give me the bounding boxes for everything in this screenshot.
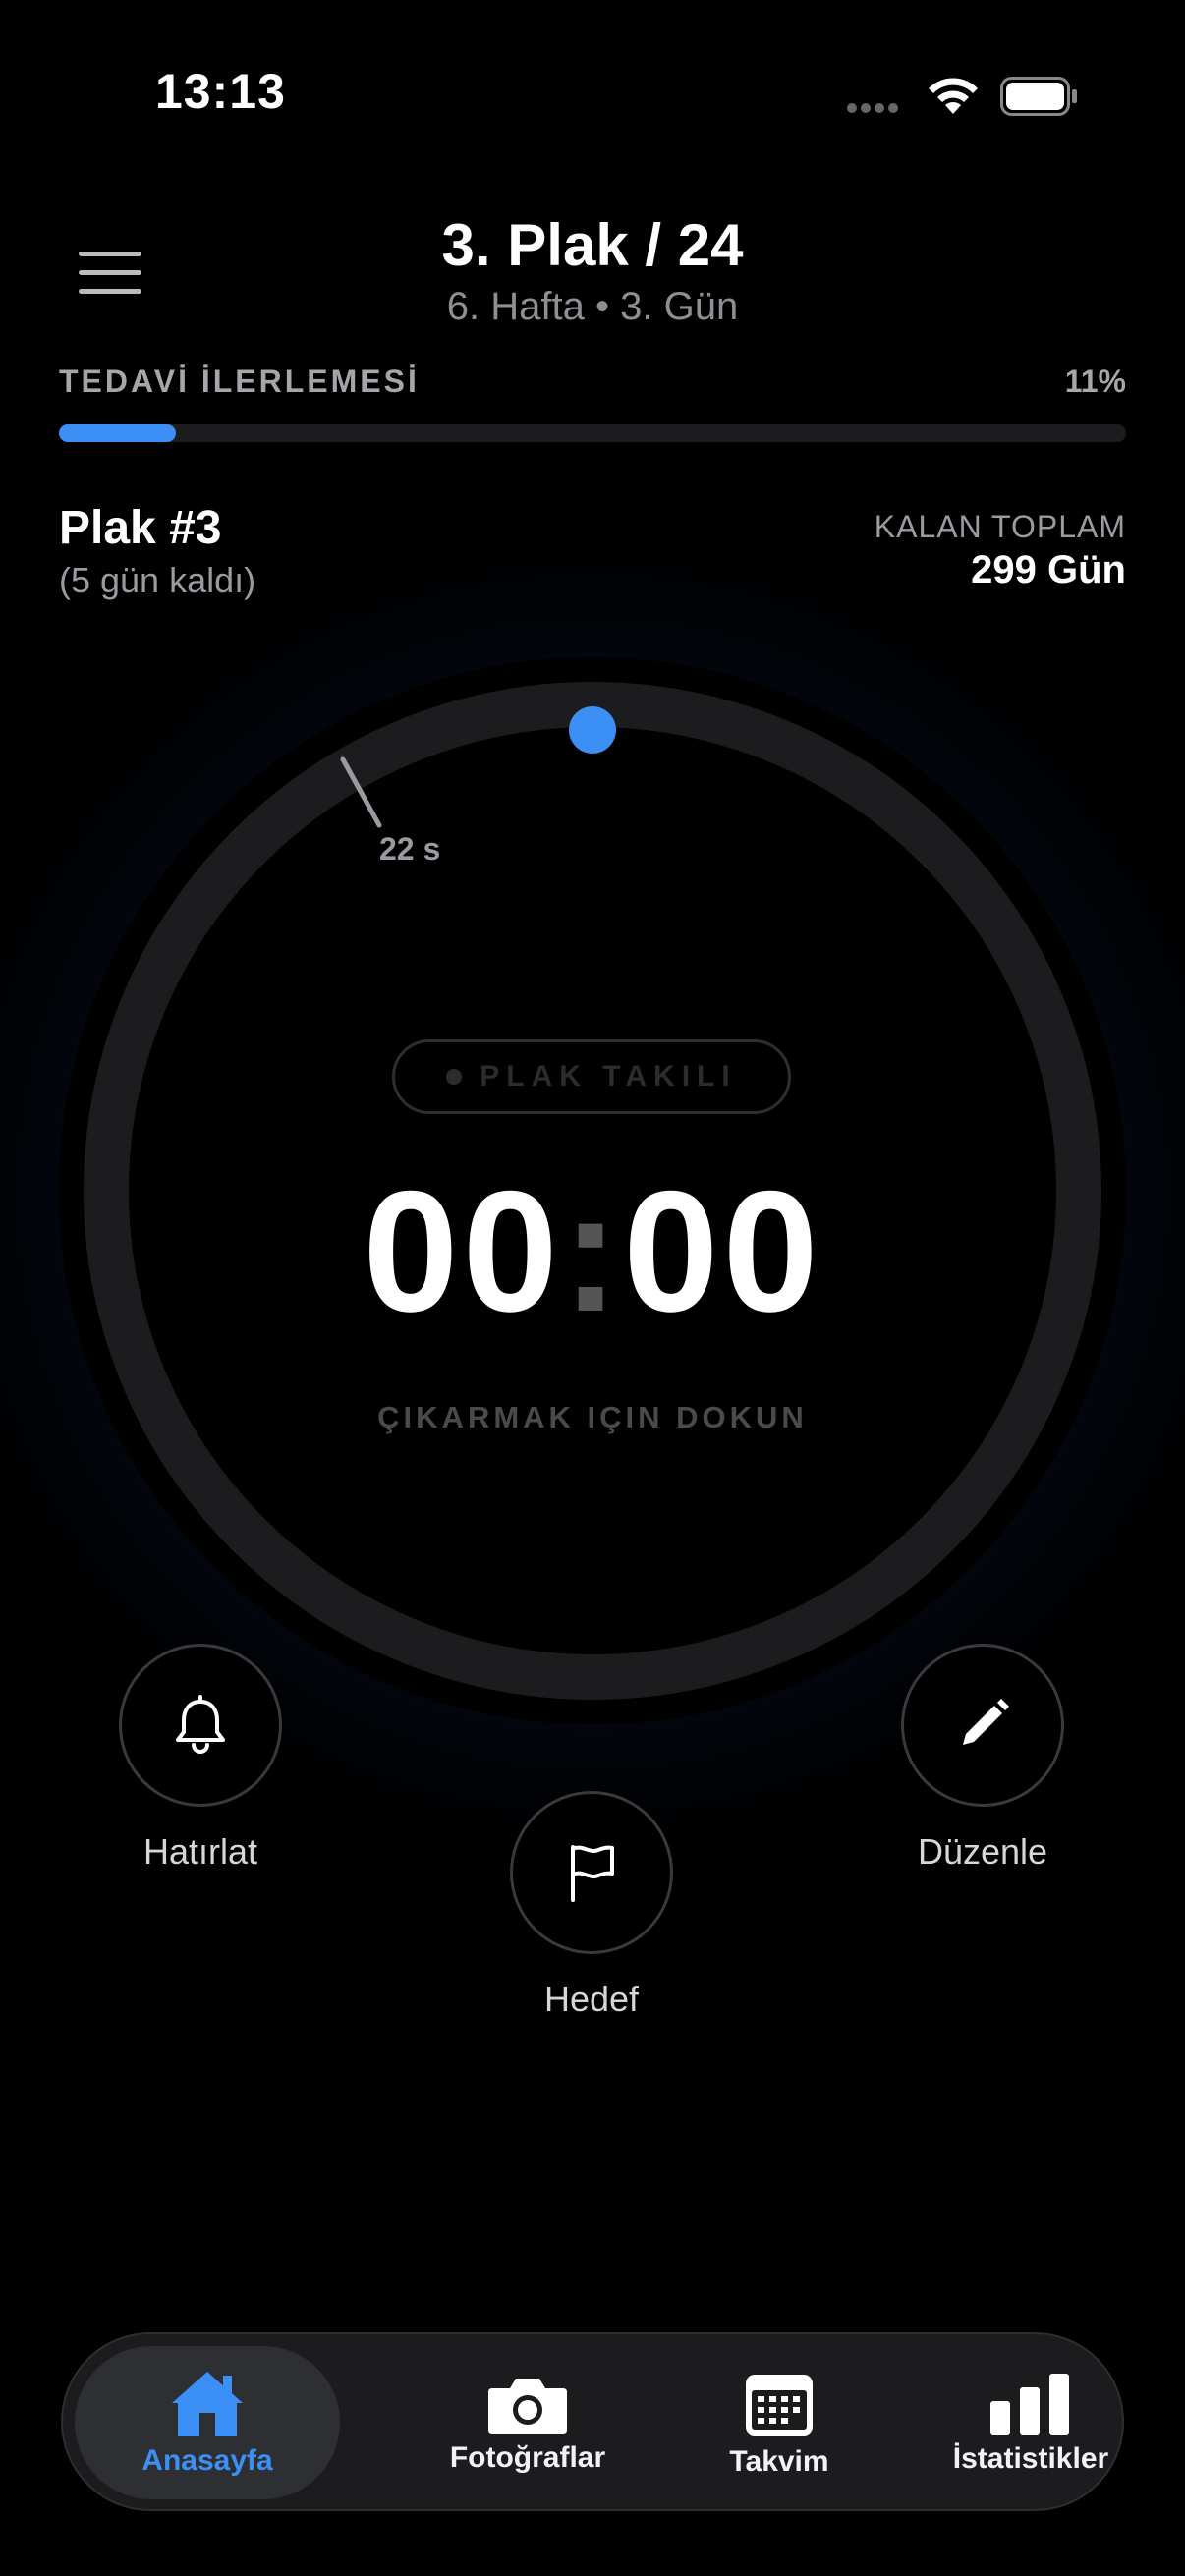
calendar-icon bbox=[746, 2375, 813, 2436]
tab-statistics-label: İstatistikler bbox=[952, 2442, 1109, 2475]
timer-seconds: 00 bbox=[623, 1156, 822, 1348]
status-pill: PLAK TAKILI bbox=[392, 1039, 791, 1114]
home-icon bbox=[172, 2372, 243, 2436]
tab-bar: Anasayfa Fotoğraflar Takvim İstatistikle… bbox=[61, 2332, 1124, 2511]
remind-button[interactable] bbox=[119, 1644, 282, 1807]
remind-button-label: Hatırlat bbox=[142, 1831, 258, 1872]
goal-button-label: Hedef bbox=[543, 1979, 640, 2019]
status-pill-label: PLAK TAKILI bbox=[480, 1060, 737, 1092]
tap-to-remove-hint: ÇIKARMAK IÇIN DOKUN bbox=[377, 1400, 808, 1434]
timer-display[interactable]: 00:00 bbox=[0, 1154, 1185, 1351]
tab-photos[interactable]: Fotoğraflar bbox=[395, 2334, 660, 2513]
timer-separator: : bbox=[561, 1156, 624, 1348]
edit-button[interactable] bbox=[901, 1644, 1064, 1807]
tab-calendar[interactable]: Takvim bbox=[647, 2334, 912, 2513]
tab-home-label: Anasayfa bbox=[141, 2444, 273, 2477]
bell-icon bbox=[176, 1695, 225, 1754]
time-marker-label: 22 s bbox=[379, 831, 441, 867]
goal-button[interactable] bbox=[510, 1791, 673, 1954]
timer-minutes: 00 bbox=[363, 1156, 562, 1348]
edit-button-label: Düzenle bbox=[917, 1831, 1048, 1872]
tab-home[interactable]: Anasayfa bbox=[75, 2346, 340, 2499]
status-dot bbox=[446, 1069, 463, 1085]
dial-handle[interactable] bbox=[569, 706, 616, 754]
flag-icon bbox=[571, 1845, 614, 1902]
tab-photos-label: Fotoğraflar bbox=[449, 2441, 606, 2474]
tab-calendar-label: Takvim bbox=[729, 2445, 829, 2478]
pencil-icon bbox=[963, 1699, 1009, 1745]
timer-dial[interactable] bbox=[0, 0, 1185, 1768]
camera-icon bbox=[488, 2379, 567, 2434]
tab-statistics[interactable]: İstatistikler bbox=[898, 2334, 1163, 2513]
bar-chart-icon bbox=[990, 2374, 1069, 2435]
